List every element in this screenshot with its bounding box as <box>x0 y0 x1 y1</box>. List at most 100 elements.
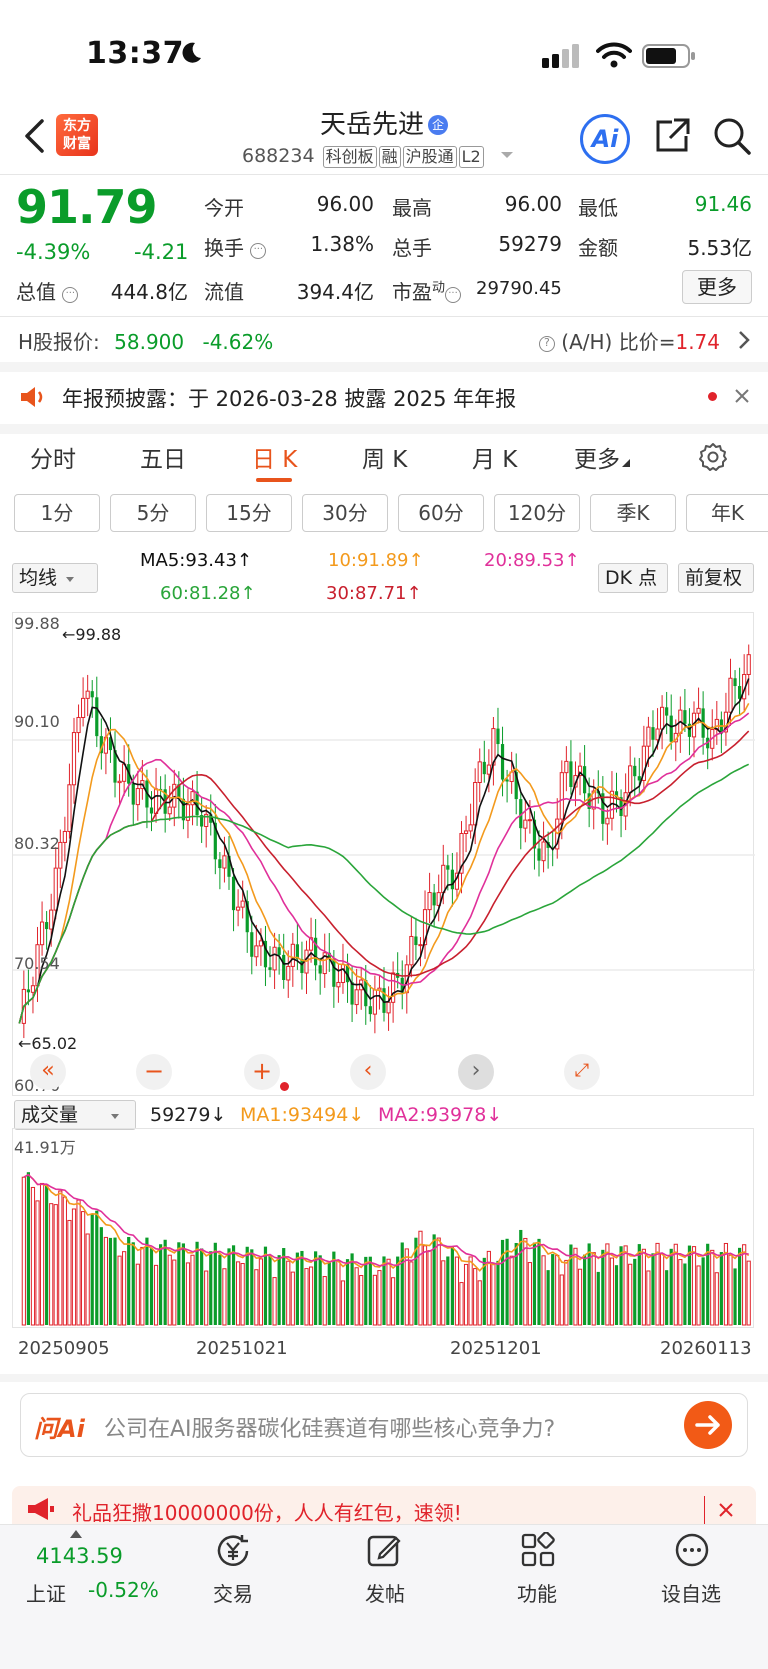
candle-body <box>218 859 222 869</box>
ma20-value: 20:89.53↑ <box>484 550 580 571</box>
tab-five-day[interactable]: 五日 <box>140 440 186 474</box>
tag-star-market: 科创板 <box>322 146 377 168</box>
period-1min[interactable]: 1分 <box>14 494 100 532</box>
divider <box>0 1374 768 1382</box>
volume-value: 59279↓ <box>150 1104 227 1126</box>
help-icon[interactable]: ? <box>538 336 555 352</box>
volume-select[interactable]: 成交量 <box>14 1100 136 1130</box>
close-icon[interactable] <box>718 1502 734 1518</box>
volume-bar <box>678 1259 683 1326</box>
volume-bar <box>386 1258 391 1326</box>
candle-body <box>473 782 478 826</box>
label-float-cap: 流值 <box>204 280 244 304</box>
volume-bar <box>35 1200 40 1326</box>
ma-select[interactable]: 均线 <box>12 563 98 593</box>
volume-bar <box>81 1211 86 1326</box>
volume-bar <box>200 1248 204 1325</box>
label-low: 最低 <box>578 196 618 220</box>
chevron-right-icon[interactable] <box>738 330 750 350</box>
zoom-out-button[interactable]: − <box>136 1054 172 1090</box>
function-grid-icon[interactable] <box>520 1532 556 1568</box>
candle-body <box>62 830 67 843</box>
share-icon[interactable] <box>652 116 692 156</box>
ah-ratio[interactable]: ? (A/H) 比价=1.74 <box>538 326 720 355</box>
status-time: 13:37 <box>86 36 184 71</box>
candle-body <box>391 972 396 1003</box>
notice-text[interactable]: 年报预披露：于 2026-03-28 披露 2025 年年报 <box>62 383 516 413</box>
ask-submit-button[interactable] <box>684 1401 732 1449</box>
tab-more[interactable]: 更多 <box>574 440 630 474</box>
volume-bar <box>500 1239 505 1325</box>
volume-chart[interactable] <box>12 1128 754 1328</box>
scroll-left-fast-button[interactable]: « <box>30 1054 66 1090</box>
date-label-1: 20250905 <box>18 1338 110 1359</box>
tab-intraday[interactable]: 分时 <box>30 440 76 474</box>
tab-weekly-k[interactable]: 周 K <box>362 440 407 474</box>
volume-bar <box>99 1227 103 1325</box>
trade-yen-icon[interactable] <box>214 1532 252 1570</box>
kline-chart[interactable] <box>12 612 755 1096</box>
index-value[interactable]: 4143.59 <box>36 1544 123 1568</box>
period-120min[interactable]: 120分 <box>494 494 580 532</box>
chevron-down-icon[interactable] <box>500 150 514 160</box>
volume-bar <box>26 1172 30 1325</box>
zoom-in-button[interactable]: + <box>244 1054 280 1090</box>
nav-add-watchlist[interactable]: 设自选 <box>646 1578 736 1607</box>
tab-daily-k[interactable]: 日 K <box>252 440 297 474</box>
candle-body <box>559 772 564 820</box>
change-amount: -4.21 <box>134 240 189 264</box>
volume-bar <box>527 1262 532 1326</box>
volume-bar <box>746 1260 751 1326</box>
wifi-icon <box>596 42 632 68</box>
volume-bar <box>364 1256 368 1325</box>
volume-bar <box>282 1248 286 1325</box>
info-dots-icon[interactable]: ··· <box>250 243 267 259</box>
candle-body <box>651 727 655 740</box>
volume-bar <box>382 1256 386 1325</box>
candle-body <box>386 1001 391 1014</box>
period-year-k[interactable]: 年K <box>686 494 768 532</box>
volume-bar <box>277 1255 281 1325</box>
post-edit-icon[interactable] <box>366 1532 402 1568</box>
volume-bar <box>181 1243 185 1325</box>
period-5min[interactable]: 5分 <box>110 494 196 532</box>
step-right-button[interactable]: › <box>458 1054 494 1090</box>
nav-post[interactable]: 发帖 <box>340 1578 430 1607</box>
info-dots-icon[interactable]: ··· <box>445 287 462 303</box>
dk-point-button[interactable]: DK 点 <box>598 563 668 593</box>
tab-monthly-k[interactable]: 月 K <box>472 440 517 474</box>
period-60min[interactable]: 60分 <box>398 494 484 532</box>
candle-body <box>486 764 491 775</box>
candle-body <box>95 697 99 737</box>
volume-bar <box>596 1271 600 1325</box>
date-label-3: 20251201 <box>450 1338 542 1359</box>
period-30min[interactable]: 30分 <box>302 494 388 532</box>
gear-icon[interactable] <box>698 442 728 472</box>
more-quote-button[interactable]: 更多 <box>682 270 752 304</box>
period-quarter-k[interactable]: 季K <box>590 494 676 532</box>
fullscreen-icon[interactable]: ⤢ <box>564 1054 600 1090</box>
info-dots-icon[interactable]: ··· <box>62 287 79 303</box>
watchlist-dots-icon[interactable] <box>674 1532 710 1568</box>
volume-bar <box>131 1242 135 1325</box>
nav-function[interactable]: 功能 <box>492 1578 582 1607</box>
nav-trade[interactable]: 交易 <box>188 1578 278 1607</box>
close-icon[interactable] <box>734 388 750 404</box>
candle-body <box>350 982 354 1005</box>
ask-ai-question[interactable]: 公司在AI服务器碳化硅赛道有哪些核心竞争力? <box>104 1411 555 1443</box>
volume-bar <box>450 1246 454 1325</box>
period-15min[interactable]: 15分 <box>206 494 292 532</box>
candle-body <box>149 807 154 814</box>
candle-body <box>665 707 669 716</box>
search-icon[interactable] <box>712 116 752 156</box>
chevron-down-icon <box>66 577 75 582</box>
step-left-button[interactable]: ‹ <box>350 1054 386 1090</box>
candle-body <box>236 906 241 911</box>
forward-adjust-button[interactable]: 前复权 <box>678 563 754 593</box>
volume-bar <box>85 1233 90 1326</box>
volume-bar <box>172 1259 177 1326</box>
volume-bar <box>714 1272 719 1326</box>
promo-text[interactable]: 礼品狂撒10000000份，人人有红包，速领! <box>72 1497 462 1526</box>
ai-assistant-button[interactable]: Ai <box>580 114 630 164</box>
volume-bar <box>669 1248 673 1325</box>
